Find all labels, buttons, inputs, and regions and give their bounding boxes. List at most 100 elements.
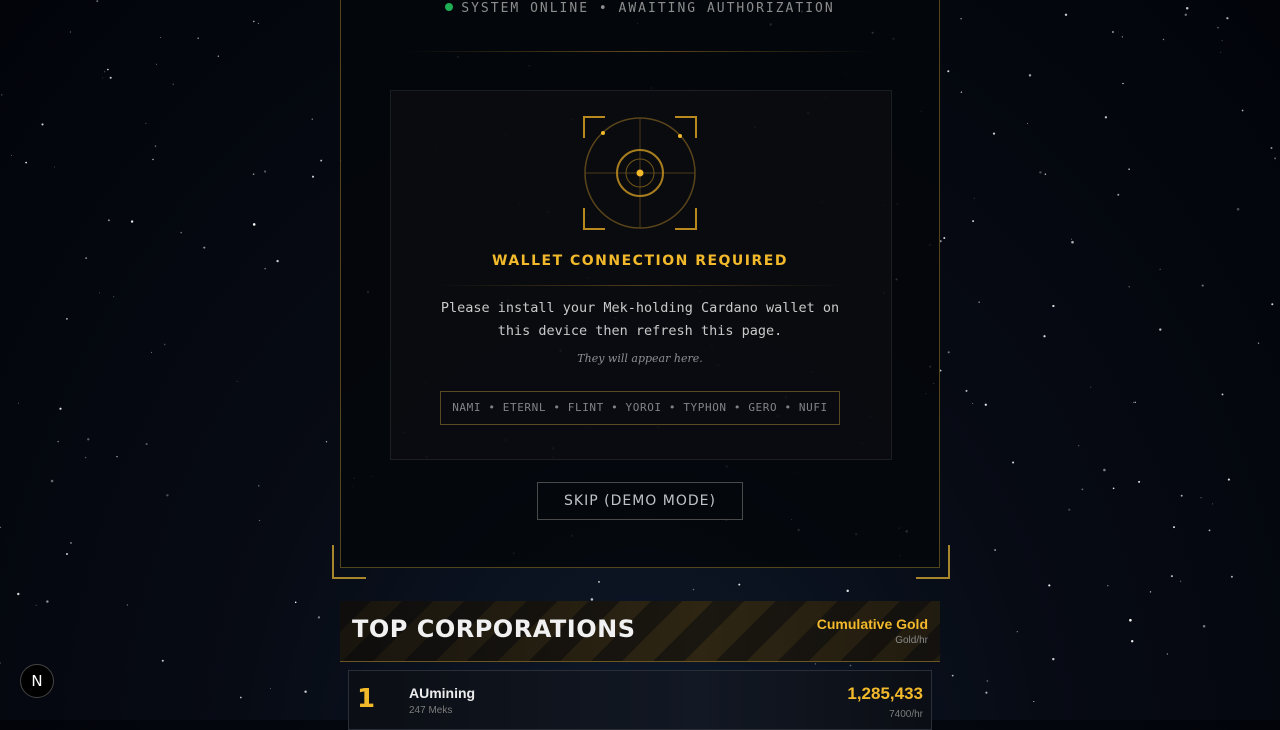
auth-title: WALLET CONNECTION REQUIRED: [492, 253, 788, 269]
star: [166, 494, 169, 497]
row-rank: 1: [357, 684, 376, 714]
star: [236, 381, 238, 382]
leaderboard-title: TOP CORPORATIONS: [352, 615, 636, 643]
star: [1117, 193, 1120, 196]
star: [1162, 38, 1165, 41]
divider: [434, 285, 846, 286]
star: [947, 351, 950, 354]
star: [994, 549, 996, 551]
star: [126, 604, 129, 606]
row-gold-total: 1,285,433: [847, 684, 923, 703]
panel-corner-bracket: [916, 545, 950, 579]
star: [1274, 157, 1277, 160]
star: [1052, 304, 1055, 308]
star: [846, 589, 849, 593]
star: [263, 170, 267, 173]
star: [849, 664, 852, 667]
star: [65, 317, 68, 320]
star: [269, 688, 271, 690]
row-gold-rate: 7400/hr: [889, 709, 923, 720]
star: [203, 246, 206, 249]
star: [11, 154, 12, 156]
star: [1170, 575, 1173, 578]
star: [1221, 40, 1223, 42]
star: [1241, 109, 1244, 112]
star: [992, 132, 996, 135]
star: [1257, 342, 1260, 344]
star: [85, 257, 87, 259]
star: [264, 268, 266, 270]
star: [145, 443, 148, 446]
star: [1217, 27, 1219, 29]
star: [87, 438, 90, 441]
star: [252, 20, 255, 23]
star: [984, 403, 987, 406]
star: [1043, 335, 1046, 338]
nextjs-badge-icon[interactable]: N: [20, 664, 54, 698]
star: [1104, 116, 1108, 119]
star: [130, 220, 134, 223]
star: [59, 407, 62, 410]
star: [154, 145, 157, 147]
star: [1236, 207, 1240, 211]
star: [1071, 238, 1073, 240]
star: [1111, 30, 1114, 34]
star: [1221, 393, 1224, 396]
star: [160, 37, 161, 38]
auth-message: Please install your Mek-holding Cardano …: [440, 300, 840, 339]
leaderboard-row[interactable]: 1 AUmining 247 Meks 1,285,433 7400/hr: [348, 670, 932, 730]
auth-hint: They will appear here.: [577, 352, 703, 365]
star: [1048, 584, 1051, 587]
star: [1121, 36, 1124, 38]
star: [1044, 173, 1047, 175]
star: [320, 159, 323, 162]
skip-demo-mode-button[interactable]: SKIP (DEMO MODE): [537, 482, 743, 520]
star: [98, 292, 101, 294]
star: [951, 674, 954, 677]
star: [151, 351, 152, 353]
star: [1012, 461, 1015, 464]
star: [978, 301, 980, 303]
star: [1016, 631, 1018, 633]
star: [65, 552, 69, 556]
crosshair-scope-icon: [583, 116, 697, 230]
metric-label: Cumulative Gold: [816, 616, 928, 632]
star: [1112, 487, 1115, 490]
star: [217, 55, 219, 57]
leaderboard-metric: Cumulative Gold Gold/hr: [817, 616, 928, 646]
star: [116, 455, 118, 458]
star: [18, 402, 19, 404]
star: [597, 580, 601, 583]
star: [1159, 328, 1162, 331]
star: [960, 18, 962, 20]
star: [1078, 445, 1080, 447]
star: [0, 662, 1, 664]
star: [1227, 478, 1230, 481]
star: [1200, 497, 1202, 499]
star: [304, 690, 307, 693]
star: [1180, 494, 1183, 497]
star: [1220, 51, 1222, 53]
star: [1270, 147, 1273, 149]
star: [1122, 82, 1124, 85]
star: [35, 604, 37, 606]
star: [985, 691, 988, 694]
star: [1064, 13, 1068, 17]
star: [311, 175, 315, 178]
star: [1081, 488, 1084, 491]
star: [155, 63, 157, 65]
star: [252, 173, 255, 175]
star: [1090, 386, 1092, 388]
star: [96, 0, 99, 3]
star: [1185, 6, 1189, 10]
star: [1133, 401, 1135, 404]
star: [1039, 171, 1042, 174]
star: [84, 456, 87, 459]
star: [294, 601, 297, 604]
star: [1134, 401, 1137, 404]
star: [276, 259, 279, 263]
star: [152, 158, 154, 161]
star: [50, 479, 54, 483]
star: [986, 680, 989, 682]
star: [239, 696, 242, 699]
